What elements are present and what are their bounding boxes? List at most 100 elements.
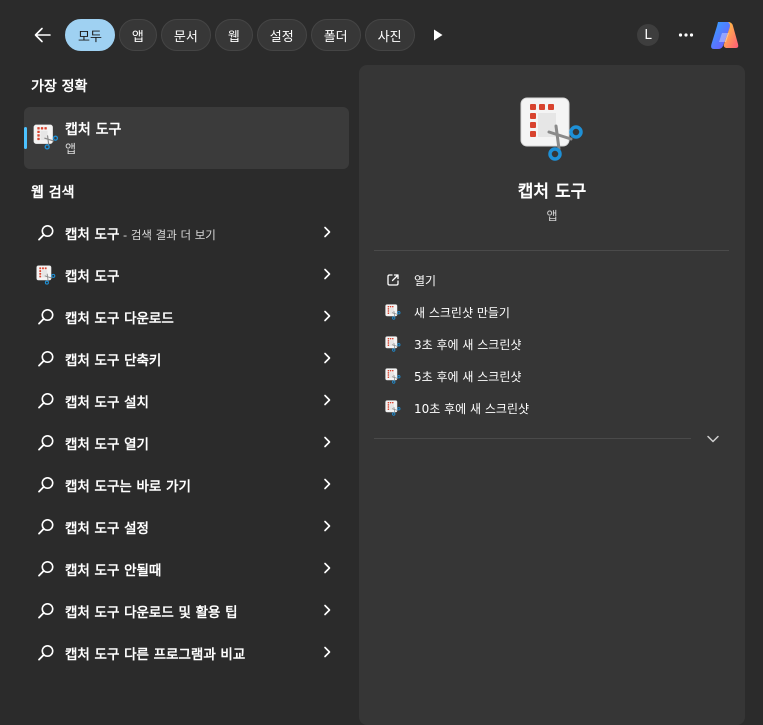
chevron-right-icon [320,645,334,659]
back-button[interactable] [30,22,56,48]
play-icon [434,29,443,41]
search-icon [36,391,56,411]
tab-photos[interactable]: 사진 [364,19,415,51]
query-text: 캡처 도구 [65,269,120,285]
web-result-label: 캡처 도구 - 검색 결과 더 보기 [65,223,216,243]
snipping-tool-icon [385,304,401,320]
tab-documents[interactable]: 문서 [160,19,211,51]
web-result-item[interactable]: 캡처 도구 설정 [24,506,349,546]
best-match-title: 캡처 도구 [65,122,122,138]
tab-settings[interactable]: 설정 [256,19,307,51]
suggestion-text: 단축키 [124,353,162,369]
web-result-label: 캡처 도구 [65,265,119,285]
query-text: 캡처 도구 [65,395,125,411]
arrow-left-icon [34,27,51,43]
chevron-right-icon [320,435,334,449]
suggestion-text: 다운로드 [124,311,174,327]
snipping-tool-icon [33,124,59,150]
more-options-button[interactable] [672,22,700,48]
web-result-item[interactable]: 캡처 도구는 바로 가기 [24,464,349,504]
web-result-label: 캡처 도구 다른 프로그램과 비교 [65,643,245,663]
filter-tabs: 모두 앱 문서 웹 설정 폴더 사진 [65,19,415,51]
best-match-item[interactable]: 캡처 도구 앱 [24,107,349,169]
divider [374,438,691,439]
search-icon [36,349,56,369]
web-result-label: 캡처 도구 단축키 [65,349,161,369]
screenshot-action[interactable]: 10초 후에 새 스크린샷 [374,394,714,422]
web-result-label: 캡처 도구 설정 [65,517,149,537]
action-label: 5초 후에 새 스크린샷 [414,370,522,384]
screenshot-action[interactable]: 3초 후에 새 스크린샷 [374,330,714,358]
action-label: 새 스크린샷 만들기 [414,306,510,320]
tab-all[interactable]: 모두 [65,19,115,51]
result-suffix: - 검색 결과 더 보기 [119,228,216,242]
best-match-subtitle: 앱 [65,142,77,156]
search-filter-bar: 모두 앱 문서 웹 설정 폴더 사진 L [0,0,763,66]
chevron-right-icon [320,309,334,323]
chevron-right-icon [320,519,334,533]
web-result-item[interactable]: 캡처 도구 [24,254,349,294]
open-action[interactable]: 열기 [374,266,714,294]
screenshot-action[interactable]: 새 스크린샷 만들기 [374,298,714,326]
suggestion-text: 다운로드 및 활용 팁 [124,605,238,621]
web-result-item[interactable]: 캡처 도구 단축키 [24,338,349,378]
suggestion-text: 설정 [124,521,149,537]
chevron-right-icon [320,603,334,617]
screenshot-action[interactable]: 5초 후에 새 스크린샷 [374,362,714,390]
web-result-item[interactable]: 캡처 도구 설치 [24,380,349,420]
web-result-item[interactable]: 캡처 도구 다른 프로그램과 비교 [24,632,349,672]
web-result-item[interactable]: 캡처 도구 - 검색 결과 더 보기 [24,212,349,252]
search-icon [36,517,56,537]
search-icon [36,559,56,579]
search-icon [36,223,56,243]
tab-apps[interactable]: 앱 [118,19,157,51]
web-result-item[interactable]: 캡처 도구 다운로드 [24,296,349,336]
query-text: 캡처 도구 [65,479,120,495]
web-search-heading: 웹 검색 [31,185,75,201]
web-result-item[interactable]: 캡처 도구 안될때 [24,548,349,588]
web-result-label: 캡처 도구 다운로드 및 활용 팁 [65,601,238,621]
action-label: 3초 후에 새 스크린샷 [414,338,522,352]
action-label: 10초 후에 새 스크린샷 [414,402,530,416]
snipping-tool-icon [385,368,401,384]
query-text: 캡처 도구 [65,437,125,453]
search-icon [36,433,56,453]
selection-indicator [24,127,27,149]
snipping-tool-icon [385,400,401,416]
web-result-label: 캡처 도구 설치 [65,391,149,411]
web-result-label: 캡처 도구 안될때 [65,559,161,579]
more-filters-button[interactable] [424,22,452,48]
open-external-icon [387,274,399,286]
web-result-item[interactable]: 캡처 도구 열기 [24,422,349,462]
account-avatar[interactable]: L [637,24,659,46]
chevron-right-icon [320,477,334,491]
query-text: 캡처 도구 [65,647,125,663]
tab-web[interactable]: 웹 [214,19,253,51]
query-text: 캡처 도구 [65,521,125,537]
query-text: 캡처 도구 [65,563,125,579]
snipping-tool-icon [519,96,585,162]
snipping-tool-icon [385,336,401,352]
chevron-right-icon [320,225,334,239]
query-text: 캡처 도구 [65,353,125,369]
suggestion-text: 다른 프로그램과 비교 [124,647,246,663]
divider [374,250,729,251]
search-icon [36,475,56,495]
query-text: 캡처 도구 [65,311,125,327]
chevron-right-icon [320,351,334,365]
web-result-label: 캡처 도구는 바로 가기 [65,475,191,495]
detail-panel: 캡처 도구 앱 열기 새 스크린샷 만들기 3초 후에 새 스크린샷 5초 후에 새 … [359,65,745,725]
chevron-right-icon [320,267,334,281]
suggestion-text: 안될때 [124,563,162,579]
suggestion-text: 설치 [124,395,149,411]
expand-button[interactable] [703,430,723,448]
copilot-icon[interactable] [708,18,742,52]
tab-folders[interactable]: 폴더 [310,19,361,51]
web-result-item[interactable]: 캡처 도구 다운로드 및 활용 팁 [24,590,349,630]
web-result-label: 캡처 도구 열기 [65,433,149,453]
detail-app-name: 캡처 도구 [517,182,587,202]
search-icon [36,643,56,663]
chevron-right-icon [320,393,334,407]
query-text: 캡처 도구 [65,605,125,621]
chevron-down-icon [707,435,719,443]
